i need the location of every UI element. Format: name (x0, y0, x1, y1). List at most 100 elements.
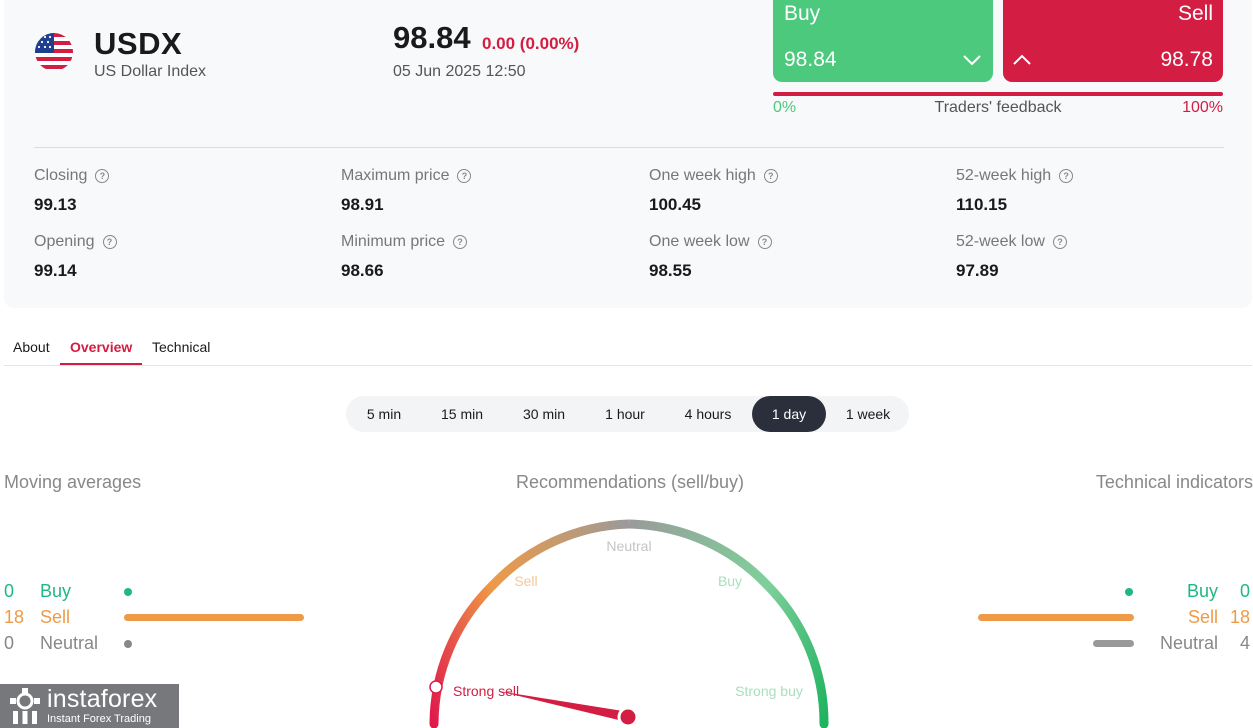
gauge-arc-sell-to-neutral (488, 519, 630, 590)
ti-neutral-label: Neutral (1159, 633, 1218, 653)
logo-tagline: Instant Forex Trading (47, 713, 151, 725)
current-price: 98.84 (393, 20, 471, 55)
stat-closing-value: 99.13 (34, 195, 77, 214)
gauge-label-neutral: Neutral (606, 538, 651, 554)
chevron-up-icon (1013, 54, 1031, 65)
info-icon[interactable]: ? (1052, 235, 1067, 249)
gauge-label-sell: Sell (514, 573, 537, 589)
stat-min-label: Minimum price? (341, 233, 468, 251)
ti-sell-label: Sell (1187, 607, 1218, 627)
gauge-arc-neutral-to-buy (628, 519, 772, 590)
instrument-symbol: USDX (94, 26, 183, 61)
stat-52-high-label: 52-week high? (956, 167, 1074, 185)
ma-neutral-label: Neutral (40, 633, 99, 653)
info-icon[interactable]: ? (102, 235, 117, 249)
info-icon[interactable]: ? (763, 169, 778, 183)
buy-price: 98.84 (784, 48, 837, 71)
ma-sell-bar (124, 614, 304, 621)
ti-sell-count: 18 (1229, 607, 1250, 627)
stat-52-low-value: 97.89 (956, 261, 999, 280)
ti-buy-count: 0 (1239, 581, 1250, 601)
feedback-sell-percent: 100% (1182, 99, 1223, 116)
recommendations-title: Recommendations (sell/buy) (515, 472, 745, 492)
sell-price: 98.78 (1160, 48, 1213, 71)
period-selector: 5 min 15 min 30 min 1 hour 4 hours 1 day… (346, 396, 909, 432)
stat-52-low-text: 52-week low (956, 233, 1045, 250)
tab-about[interactable]: About (13, 339, 50, 355)
gauge-needle-pivot (617, 706, 639, 728)
period-30min[interactable]: 30 min (508, 396, 580, 432)
buy-button[interactable]: Buy 98.84 (773, 0, 993, 82)
ti-neutral-bar (1093, 640, 1134, 647)
period-1hour[interactable]: 1 hour (590, 396, 660, 432)
ti-sell-bar (978, 614, 1134, 621)
info-icon[interactable]: ? (453, 235, 468, 249)
divider (34, 147, 1224, 148)
ma-buy-bar (124, 588, 132, 596)
gauge-label-strong-sell: Strong sell (453, 683, 519, 699)
period-1week[interactable]: 1 week (834, 396, 902, 432)
instrument-name: US Dollar Index (94, 63, 207, 80)
stat-max-value: 98.91 (341, 195, 384, 214)
stat-opening-text: Opening (34, 233, 95, 250)
gauge-label-strong-buy: Strong buy (735, 683, 803, 699)
stat-opening-value: 99.14 (34, 261, 77, 280)
stat-week-high-label: One week high? (649, 167, 778, 185)
chevron-down-icon (963, 55, 981, 66)
stat-week-high-value: 100.45 (649, 195, 701, 214)
sell-button[interactable]: Sell 98.78 (1003, 0, 1223, 82)
info-icon[interactable]: ? (1059, 169, 1074, 183)
gauge-arc-buy-to-strong-buy (763, 581, 829, 728)
info-icon[interactable]: ? (757, 235, 772, 249)
ti-neutral-count: 4 (1239, 633, 1250, 653)
ma-neutral-count: 0 (4, 633, 15, 653)
buy-label: Buy (784, 2, 821, 25)
stat-closing-label: Closing? (34, 167, 110, 185)
stat-min-text: Minimum price (341, 233, 446, 250)
tab-overview[interactable]: Overview (70, 339, 132, 355)
info-icon[interactable]: ? (95, 169, 110, 183)
info-icon[interactable]: ? (457, 169, 472, 183)
stat-week-high-text: One week high (649, 167, 756, 184)
feedback-buy-percent: 0% (773, 99, 797, 116)
us-flag-icon (35, 33, 73, 71)
technical-indicators-title: Technical indicators (1095, 472, 1253, 492)
section-tabs: About Overview Technical (4, 330, 1252, 366)
logo-name: instaforex (47, 685, 158, 713)
period-4hours[interactable]: 4 hours (670, 396, 746, 432)
stat-52-high-value: 110.15 (956, 195, 1008, 214)
stat-max-text: Maximum price (341, 167, 450, 184)
stat-week-low-text: One week low (649, 233, 750, 250)
stat-52-high-text: 52-week high (956, 167, 1052, 184)
ma-sell-count: 18 (4, 607, 25, 627)
ma-buy-label: Buy (40, 581, 72, 601)
ti-buy-label: Buy (1186, 581, 1218, 601)
stat-closing-text: Closing (34, 167, 88, 184)
ma-sell-label: Sell (40, 607, 71, 627)
stat-max-label: Maximum price? (341, 167, 472, 185)
stat-opening-label: Opening? (34, 233, 117, 251)
traders-feedback-bar (773, 92, 1223, 96)
gauge-position-marker (429, 680, 443, 694)
moving-averages-title: Moving averages (4, 472, 142, 492)
ti-buy-bar (1125, 588, 1133, 596)
recommendation-gauge: Strong sell Sell Neutral Buy Strong buy (429, 519, 829, 728)
active-tab-indicator (60, 363, 142, 365)
period-5min[interactable]: 5 min (350, 396, 418, 432)
quote-datetime: 05 Jun 2025 12:50 (393, 63, 526, 80)
stat-min-value: 98.66 (341, 261, 384, 280)
instaforex-logo-icon (10, 688, 40, 724)
stat-week-low-value: 98.55 (649, 261, 692, 280)
ma-neutral-bar (124, 640, 132, 648)
gauge-arc-strong-sell-to-sell (429, 581, 497, 728)
stat-52-low-label: 52-week low? (956, 233, 1067, 251)
tab-technical[interactable]: Technical (152, 339, 210, 355)
stat-week-low-label: One week low? (649, 233, 772, 251)
gauge-label-buy: Buy (718, 573, 742, 589)
price-change: 0.00 (0.00%) (482, 34, 580, 53)
sell-label: Sell (1177, 2, 1213, 25)
period-1day[interactable]: 1 day (752, 396, 826, 432)
instaforex-logo: instaforex Instant Forex Trading (0, 684, 179, 728)
period-15min[interactable]: 15 min (426, 396, 498, 432)
ma-buy-count: 0 (4, 581, 15, 601)
